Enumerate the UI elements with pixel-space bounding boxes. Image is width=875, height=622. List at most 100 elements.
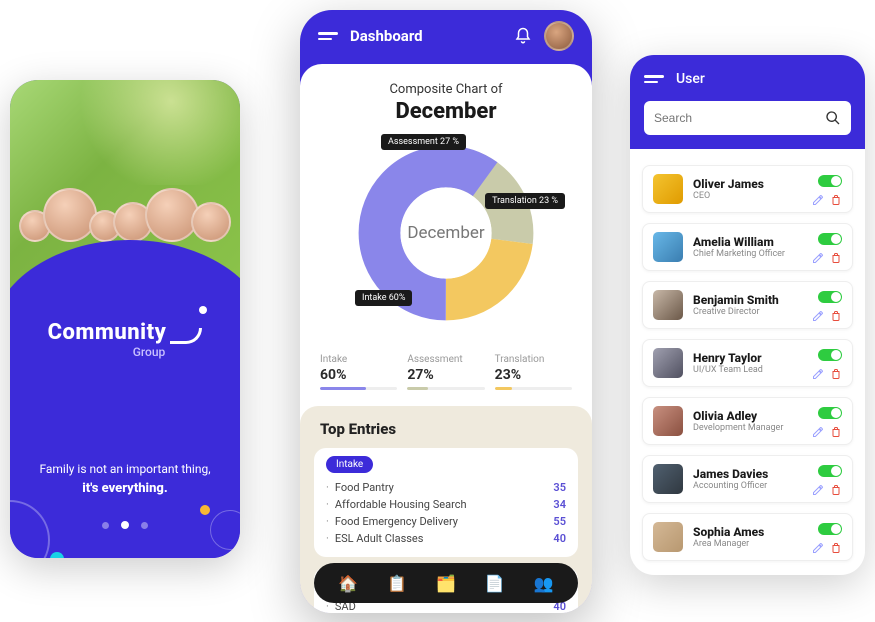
tagline-line1: Family is not an important thing,	[10, 460, 240, 479]
entry-value: 34	[553, 498, 566, 511]
user-card[interactable]: Henry Taylor UI/UX Team Lead	[642, 339, 853, 387]
legend-value: 23%	[495, 367, 572, 383]
entry-name: Food Emergency Delivery	[335, 515, 554, 528]
user-card[interactable]: Olivia Adley Development Manager	[642, 397, 853, 445]
active-toggle[interactable]	[818, 465, 842, 477]
user-role: UI/UX Team Lead	[693, 365, 802, 375]
edit-icon[interactable]	[812, 307, 824, 319]
delete-icon[interactable]	[830, 307, 842, 319]
entry-category-pill: Intake	[326, 456, 373, 473]
page-title: User	[676, 71, 705, 87]
edit-icon[interactable]	[812, 191, 824, 203]
page-title: Dashboard	[350, 27, 502, 45]
search-box[interactable]	[644, 101, 851, 135]
delete-icon[interactable]	[830, 423, 842, 435]
nav-document-icon[interactable]: 📄	[484, 572, 506, 594]
legend-label: Intake	[320, 354, 397, 365]
legend-value: 27%	[407, 367, 484, 383]
top-entries-title: Top Entries	[314, 420, 578, 438]
entry-name: ESL Adult Classes	[335, 532, 554, 545]
user-role: Chief Marketing Officer	[693, 249, 802, 259]
dashboard-header: Dashboard	[300, 10, 592, 62]
page-indicator[interactable]	[10, 514, 240, 533]
active-toggle[interactable]	[818, 523, 842, 535]
entry-value: 40	[553, 532, 566, 545]
edit-icon[interactable]	[812, 249, 824, 261]
user-card[interactable]: Oliver James CEO	[642, 165, 853, 213]
nav-calendar-icon[interactable]: 📋	[386, 572, 408, 594]
chart-title: December	[318, 99, 574, 124]
edit-icon[interactable]	[812, 481, 824, 493]
users-screen: User Oliver James CEO	[630, 55, 865, 575]
chart-center-label: December	[407, 223, 484, 243]
donut-chart: December Assessment 27 % Translation 23 …	[351, 138, 541, 328]
user-name: Olivia Adley	[693, 409, 802, 423]
entry-row: Affordable Housing Search 34	[326, 496, 566, 513]
active-toggle[interactable]	[818, 175, 842, 187]
brand-logo: Community Group	[10, 320, 240, 359]
search-input[interactable]	[654, 111, 825, 125]
search-icon[interactable]	[825, 110, 841, 126]
delete-icon[interactable]	[830, 365, 842, 377]
entry-row: Food Pantry 35	[326, 479, 566, 496]
legend-label: Assessment	[407, 354, 484, 365]
user-card[interactable]: James Davies Accounting Officer	[642, 455, 853, 503]
chart-pretitle: Composite Chart of	[318, 82, 574, 97]
active-toggle[interactable]	[818, 349, 842, 361]
user-name: James Davies	[693, 467, 802, 481]
legend-value: 60%	[320, 367, 397, 383]
user-card[interactable]: Benjamin Smith Creative Director	[642, 281, 853, 329]
bell-icon[interactable]	[514, 27, 532, 45]
nav-home-icon[interactable]: 🏠	[337, 572, 359, 594]
brand-sub: Group	[58, 345, 240, 359]
avatar	[653, 348, 683, 378]
edit-icon[interactable]	[812, 423, 824, 435]
avatar	[653, 290, 683, 320]
menu-icon[interactable]	[644, 75, 664, 83]
delete-icon[interactable]	[830, 481, 842, 493]
avatar	[653, 522, 683, 552]
delete-icon[interactable]	[830, 249, 842, 261]
user-role: Accounting Officer	[693, 481, 802, 491]
bottom-nav: 🏠 📋 🗂️ 📄 👥	[314, 563, 578, 603]
user-name: Benjamin Smith	[693, 293, 802, 307]
delete-icon[interactable]	[830, 191, 842, 203]
avatar	[653, 464, 683, 494]
chart-chip-intake: Intake 60%	[355, 290, 412, 306]
entry-row: Food Emergency Delivery 55	[326, 513, 566, 530]
chart-legend: Intake 60% Assessment 27% Translation 23…	[300, 348, 592, 406]
delete-icon[interactable]	[830, 539, 842, 551]
user-card[interactable]: Sophia Ames Area Manager	[642, 513, 853, 561]
active-toggle[interactable]	[818, 407, 842, 419]
dashboard-screen: Dashboard Composite Chart of December De…	[300, 10, 592, 613]
chart-section: Composite Chart of December December Ass…	[300, 64, 592, 348]
user-role: Creative Director	[693, 307, 802, 317]
avatar	[653, 406, 683, 436]
edit-icon[interactable]	[812, 539, 824, 551]
legend-label: Translation	[495, 354, 572, 365]
user-card[interactable]: Amelia William Chief Marketing Officer	[642, 223, 853, 271]
avatar	[653, 232, 683, 262]
user-avatar[interactable]	[544, 21, 574, 51]
entry-name: Food Pantry	[335, 481, 554, 494]
brand-main: Community	[48, 320, 167, 345]
user-role: CEO	[693, 191, 802, 201]
active-toggle[interactable]	[818, 291, 842, 303]
nav-card-icon[interactable]: 🗂️	[435, 572, 457, 594]
avatar	[653, 174, 683, 204]
entry-value: 55	[553, 515, 566, 528]
edit-icon[interactable]	[812, 365, 824, 377]
legend-item: Assessment 27%	[407, 354, 484, 390]
user-name: Sophia Ames	[693, 525, 802, 539]
splash-screen: Community Group Family is not an importa…	[10, 80, 240, 558]
user-role: Development Manager	[693, 423, 802, 433]
active-toggle[interactable]	[818, 233, 842, 245]
entry-value: 35	[553, 481, 566, 494]
tagline: Family is not an important thing, it's e…	[10, 460, 240, 500]
menu-icon[interactable]	[318, 32, 338, 40]
user-name: Henry Taylor	[693, 351, 802, 365]
tagline-line2: it's everything.	[10, 479, 240, 500]
entry-row: ESL Adult Classes 40	[326, 530, 566, 547]
nav-people-icon[interactable]: 👥	[533, 572, 555, 594]
legend-item: Intake 60%	[320, 354, 397, 390]
